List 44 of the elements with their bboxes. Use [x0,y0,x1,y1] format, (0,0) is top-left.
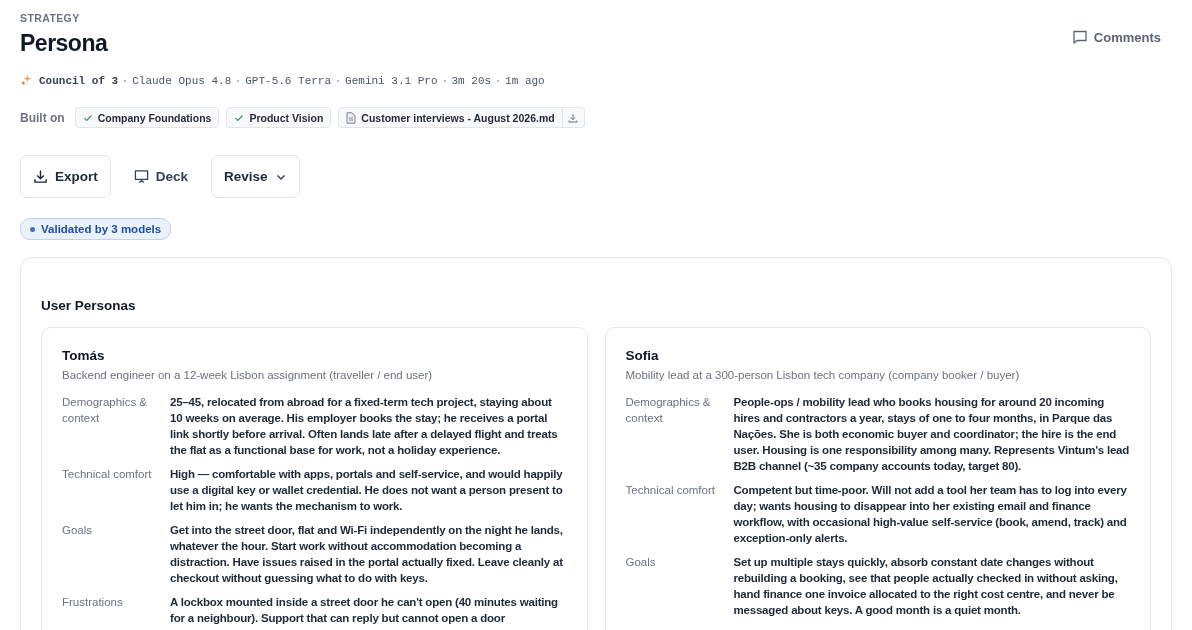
meta-item: 3m 20s [451,74,492,87]
field-value: 25–45, relocated from abroad for a fixed-term tech project, staying about 10 weeks on average. His employer books the stay; he receives a portal link shortly before arrival. Often lands late after a delayed flight and treats the flat as a functional base for work, not a holiday experience. [170,395,559,458]
meta-item: 1m ago [505,74,545,87]
check-icon [82,112,93,123]
export-button[interactable]: Export [20,155,111,198]
comments-button[interactable]: Comments [1071,25,1161,49]
presentation-icon [133,169,149,184]
revise-dropdown[interactable]: Revise [211,155,300,198]
persona-name: Tomás [62,348,106,363]
meta-item: Gemini 3.1 Pro [345,74,438,87]
section-title: User Personas [41,298,137,313]
meta-item: GPT-5.6 Terra [245,74,332,87]
source-chip[interactable]: Product Vision [226,107,332,128]
built-on-label: Built on [20,110,65,125]
validation-badge: Validated by 3 models [20,218,172,240]
field-label: Technical comfort [62,467,153,482]
field-label: Frustrations [62,595,124,610]
council-label: Council of 3 [39,74,119,87]
field-value: Get into the street door, flat and Wi-Fi independently on the night he lands, whatever the hour. Start work without accommodation becoming a distraction. Have issues raised in the portal actually fixed. Leave cleanly at checkout without guessing what to do with keys. [170,523,564,586]
field-label: Demographics & context [625,395,712,426]
field-label: Goals [62,523,94,538]
check-icon [234,112,245,123]
field-value: High — comfortable with apps, portals and self-service, and would happily use a digital key or wallet credential. He does not want a person present to let him in; he wants the mechanism to work. [170,467,564,514]
field-value: Set up multiple stays quickly, absorb constant date changes without rebuilding a booking, see that people actually checked in without asking, hand finance one invoice allocated to the right cost centre, and never be messaged about keys. A good month is a quiet month. [733,555,1119,618]
field-value: A lockbox mounted inside a street door he can't open (40 minutes waiting for a neighbour). Support that can reply but cannot open a door [170,595,559,626]
sparkle-icon [20,74,33,87]
download-icon [568,112,579,123]
page-title: Persona [20,30,108,57]
field-label: Demographics & context [62,395,148,426]
persona-name: Sofia [625,348,660,363]
persona-role: Mobility lead at a 300-person Lisbon tech company (company booker / buyer) [625,369,1021,381]
file-chip[interactable]: Customer interviews - August 2026.md [338,107,563,128]
comment-icon [1071,29,1088,45]
field-value: People-ops / mobility lead who books housing for around 20 incoming hires and contractors a year, stays of one to four months, in Parque das Nações. She is both economic buyer and coordinator; the hire is the end user. Housing is one responsibility among many. Represents Vintum's lead B2B channel (~35 company accounts today, target 80). [733,395,1130,474]
document-icon [346,111,357,124]
download-icon [33,169,48,184]
section-eyebrow: STRATEGY [20,12,81,24]
persona-role: Backend engineer on a 12-week Lisbon assignment (traveller / end user) [62,369,434,381]
field-label: Technical comfort [625,483,716,498]
field-value: Competent but time-poor. Will not add a tool her team has to log into every day; wants housing to disappear into her existing email and finance workflow, with occasional high-value self-service (book, amend, track) and exception-only alerts. [733,483,1128,546]
download-button[interactable] [562,107,585,128]
meta-item: Claude Opus 4.8 [132,74,232,87]
source-chip[interactable]: Company Foundations [74,107,220,128]
field-label: Goals [625,555,657,570]
